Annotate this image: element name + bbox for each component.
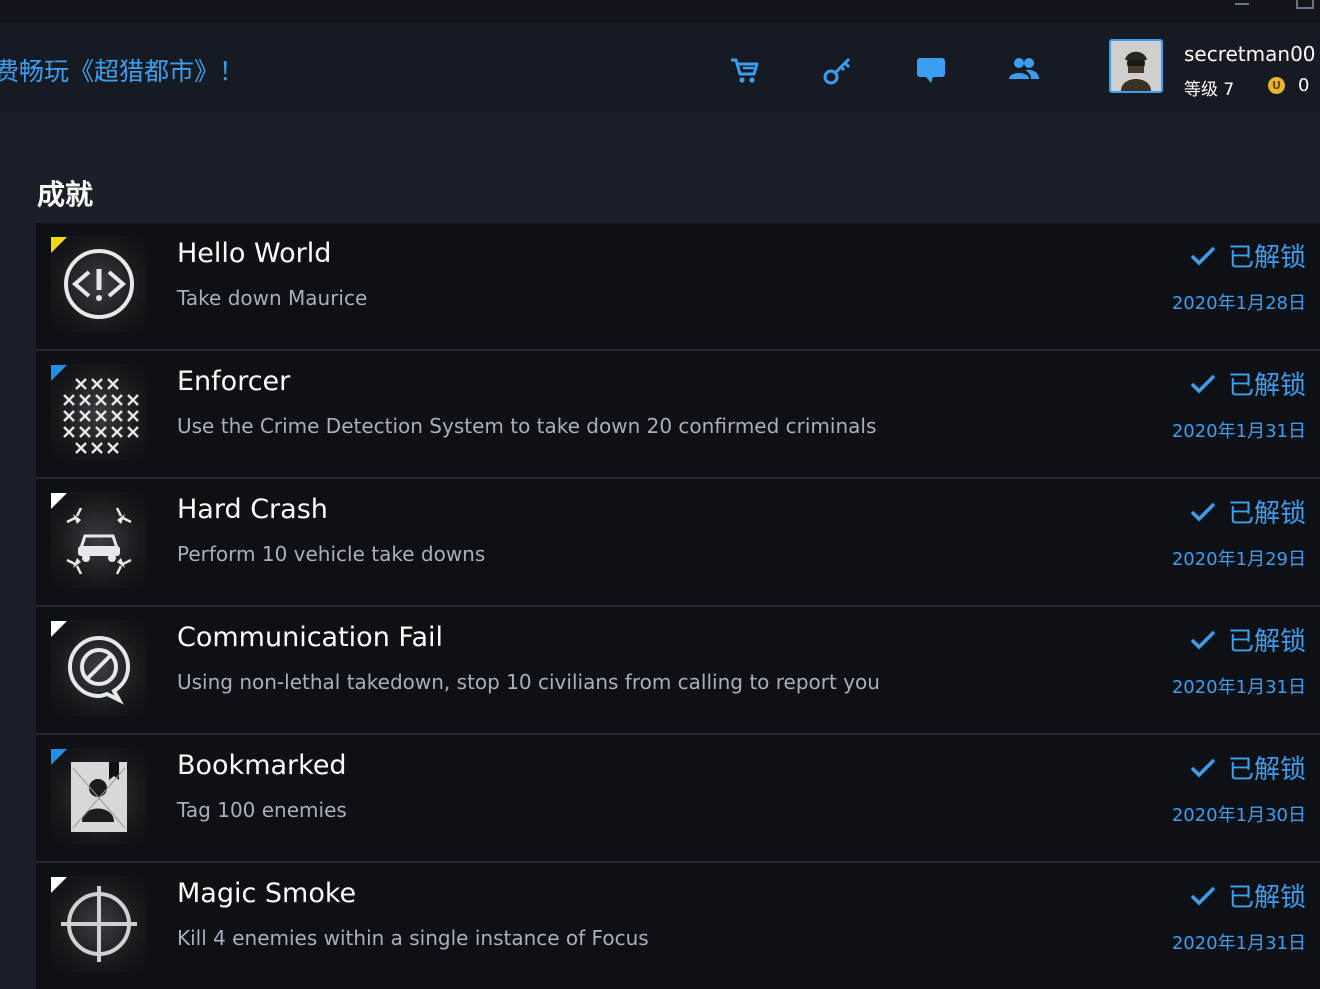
x-mark — [111, 410, 123, 422]
unlocked-status: 已解锁 — [1190, 877, 1306, 914]
x-mark — [79, 410, 91, 422]
achievement-title: Magic Smoke — [177, 878, 357, 909]
restore-icon[interactable] — [1296, 0, 1314, 9]
window-titlebar — [0, 0, 1320, 22]
x-mark — [79, 394, 91, 406]
checkmark-icon — [1190, 244, 1216, 274]
x-mark — [111, 394, 123, 406]
unlocked-status: 已解锁 — [1190, 749, 1306, 786]
x-mark — [91, 378, 103, 390]
minimize-icon[interactable] — [1235, 0, 1249, 5]
coin-count: 0 — [1298, 75, 1310, 96]
achievement-description: Using non-lethal takedown, stop 10 civil… — [177, 670, 880, 694]
achievement-title: Communication Fail — [177, 622, 443, 653]
unlocked-status: 已解锁 — [1190, 493, 1306, 530]
x-mark — [75, 378, 87, 390]
achievement-description: Tag 100 enemies — [177, 798, 347, 822]
checkmark-icon — [1190, 500, 1216, 530]
unlock-date: 2020年1月29日 — [1171, 549, 1306, 570]
achievement-title: Bookmarked — [177, 750, 347, 781]
checkmark-icon — [1190, 372, 1216, 402]
achievement-rarity-marker — [51, 877, 67, 893]
achievement-description: Perform 10 vehicle take downs — [177, 542, 486, 566]
unlock-date: 2020年1月31日 — [1171, 421, 1306, 442]
x-mark — [127, 394, 139, 406]
achievement-title: Enforcer — [177, 366, 291, 397]
unlocked-label: 已解锁 — [1227, 499, 1306, 529]
unlocked-label: 已解锁 — [1227, 627, 1306, 657]
section-title: 成就 — [37, 178, 94, 211]
achievement-rarity-marker — [51, 621, 67, 637]
x-mark — [63, 426, 75, 438]
chat-icon[interactable] — [913, 52, 949, 88]
coin-icon: U — [1268, 77, 1285, 94]
achievement-row[interactable]: Enforcer Use the Crime Detection System … — [36, 351, 1320, 479]
checkmark-icon — [1190, 884, 1216, 914]
unlocked-status: 已解锁 — [1190, 365, 1306, 402]
unlocked-label: 已解锁 — [1227, 755, 1306, 785]
achievement-description: Take down Maurice — [177, 286, 368, 310]
checkmark-icon — [1190, 756, 1216, 786]
achievement-title: Hard Crash — [177, 494, 328, 525]
x-mark — [95, 410, 107, 422]
achievement-row[interactable]: Hard Crash Perform 10 vehicle take downs… — [36, 479, 1320, 607]
unlocked-label: 已解锁 — [1227, 371, 1306, 401]
x-mark — [107, 378, 119, 390]
achievement-row[interactable]: Magic Smoke Kill 4 enemies within a sing… — [36, 863, 1320, 989]
x-mark — [127, 426, 139, 438]
key-icon[interactable] — [820, 52, 856, 88]
cart-icon[interactable] — [727, 52, 763, 88]
user-level: 等级 7 — [1184, 80, 1235, 100]
achievement-row[interactable]: Communication Fail Using non-lethal take… — [36, 607, 1320, 735]
unlocked-status: 已解锁 — [1190, 621, 1306, 658]
unlock-date: 2020年1月31日 — [1171, 677, 1306, 698]
promo-banner-text[interactable]: 费畅玩《超猎都市》！ — [0, 52, 244, 88]
x-mark — [95, 394, 107, 406]
achievement-rarity-marker — [51, 749, 67, 765]
x-mark — [127, 410, 139, 422]
unlocked-status: 已解锁 — [1190, 237, 1306, 274]
unlocked-label: 已解锁 — [1227, 883, 1306, 913]
top-header: 费畅玩《超猎都市》！ secretman00 等级 7 U 0 — [0, 22, 1320, 112]
achievement-description: Use the Crime Detection System to take d… — [177, 414, 877, 438]
achievement-description: Kill 4 enemies within a single instance … — [177, 926, 649, 950]
achievement-rarity-marker — [51, 237, 67, 253]
x-mark — [95, 426, 107, 438]
unlocked-label: 已解锁 — [1227, 243, 1306, 273]
friends-icon[interactable] — [1006, 52, 1042, 88]
checkmark-icon — [1190, 628, 1216, 658]
x-mark — [63, 410, 75, 422]
unlock-date: 2020年1月31日 — [1171, 933, 1306, 954]
x-mark — [63, 394, 75, 406]
x-mark — [79, 426, 91, 438]
unlock-date: 2020年1月30日 — [1171, 805, 1306, 826]
x-mark — [91, 442, 103, 454]
x-mark — [75, 442, 87, 454]
achievement-rarity-marker — [51, 365, 67, 381]
achievement-row[interactable]: Bookmarked Tag 100 enemies 已解锁 2020年1月30… — [36, 735, 1320, 863]
achievement-title: Hello World — [177, 238, 332, 269]
avatar[interactable] — [1109, 39, 1163, 93]
achievement-row[interactable]: Hello World Take down Maurice 已解锁 2020年1… — [36, 223, 1320, 351]
x-mark — [111, 426, 123, 438]
username[interactable]: secretman00 — [1184, 42, 1316, 66]
x-mark — [107, 442, 119, 454]
achievement-list: Hello World Take down Maurice 已解锁 2020年1… — [36, 223, 1320, 989]
achievement-rarity-marker — [51, 493, 67, 509]
unlock-date: 2020年1月28日 — [1171, 293, 1306, 314]
